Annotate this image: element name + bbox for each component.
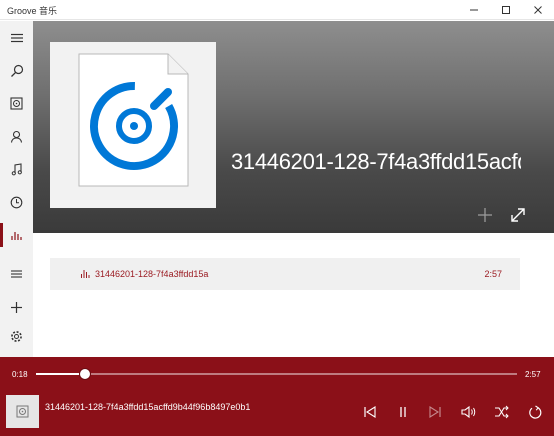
minimize-button[interactable] [458, 0, 490, 20]
track-list: 31446201-128-7f4a3ffdd15a 2:57 [33, 233, 554, 357]
playlist-icon [11, 270, 22, 278]
plus-icon [478, 208, 492, 222]
person-icon [10, 130, 23, 143]
seek-bar[interactable] [36, 368, 517, 380]
equalizer-icon [81, 270, 90, 278]
pause-icon [400, 407, 406, 417]
music-note-icon [11, 162, 22, 175]
next-button[interactable] [424, 401, 446, 423]
sidebar-item-menu[interactable] [0, 24, 33, 52]
player-bar: 0:18 2:57 31446201-128-7f4a3ffdd15acffd9… [0, 357, 554, 436]
sidebar-item-artists[interactable] [0, 122, 33, 150]
mini-album-art[interactable] [6, 395, 39, 428]
hamburger-icon [10, 33, 23, 43]
repeat-icon [528, 405, 541, 419]
track-duration: 2:57 [484, 269, 502, 279]
music-file-icon [78, 53, 189, 187]
expand-icon [511, 208, 525, 222]
total-time: 2:57 [525, 370, 541, 379]
close-button[interactable] [522, 0, 554, 20]
clock-icon [10, 196, 23, 208]
previous-button[interactable] [359, 401, 381, 423]
maximize-button[interactable] [490, 0, 522, 20]
now-playing-hero: 31446201-128-7f4a3ffdd15acfd9b44f96b8497… [33, 21, 554, 233]
track-title: 31446201-128-7f4a3ffdd15acfd9b44f96b8497… [231, 149, 521, 174]
seek-thumb[interactable] [79, 368, 92, 380]
sidebar-item-settings[interactable] [0, 322, 33, 350]
sidebar-item-recent[interactable] [0, 188, 33, 216]
close-icon [534, 6, 542, 14]
music-library-icon [10, 96, 23, 110]
volume-icon [461, 405, 476, 419]
pause-button[interactable] [392, 401, 414, 423]
window-title: Groove 音乐 [7, 6, 58, 16]
volume-button[interactable] [458, 401, 480, 423]
now-playing-title: 31446201-128-7f4a3ffdd15acffd9b44f96b849… [45, 402, 251, 412]
sidebar-item-playlists[interactable] [0, 260, 33, 288]
add-to-button[interactable] [474, 204, 496, 226]
full-screen-button[interactable] [507, 204, 529, 226]
equalizer-icon [11, 232, 22, 240]
sidebar [0, 21, 33, 357]
list-item[interactable]: 31446201-128-7f4a3ffdd15a 2:57 [50, 258, 520, 290]
minimize-icon [470, 9, 478, 11]
sidebar-item-now-playing[interactable] [0, 221, 33, 249]
skip-forward-icon [429, 406, 441, 418]
track-name: 31446201-128-7f4a3ffdd15a [95, 269, 209, 279]
sidebar-item-my-music[interactable] [0, 89, 33, 117]
maximize-icon [502, 6, 510, 14]
plus-icon [11, 301, 22, 313]
title-bar: Groove 音乐 [0, 0, 554, 20]
album-art [50, 42, 216, 208]
sidebar-item-new-playlist[interactable] [0, 293, 33, 321]
skip-back-icon [364, 406, 376, 418]
sidebar-item-search[interactable] [0, 57, 33, 85]
elapsed-time: 0:18 [12, 370, 28, 379]
sidebar-item-songs[interactable] [0, 155, 33, 183]
gear-icon [11, 330, 22, 342]
seek-progress [36, 373, 86, 375]
search-icon [10, 64, 23, 77]
music-library-icon [16, 405, 29, 418]
shuffle-button[interactable] [491, 401, 513, 423]
shuffle-icon [495, 405, 509, 419]
repeat-button[interactable] [524, 401, 546, 423]
